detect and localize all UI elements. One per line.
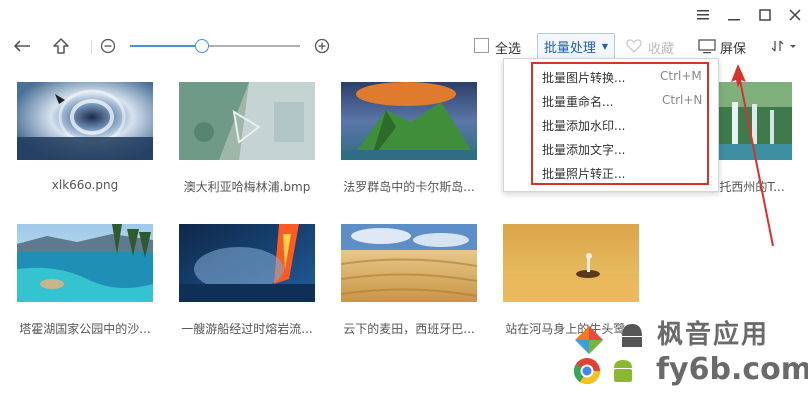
watermark-url: fy6b.com [656, 352, 808, 387]
menu-item-batch-rotate[interactable]: 批量照片转正... [542, 165, 625, 182]
watermark-android-icon [617, 318, 647, 348]
favorite-label[interactable]: 收藏 [648, 38, 674, 57]
thumbnail-9[interactable] [503, 224, 639, 302]
thumbnail-7[interactable] [179, 224, 315, 302]
thumbnail-2[interactable] [179, 82, 315, 160]
thumbnail-3[interactable] [341, 82, 477, 160]
watermark-title: 枫音应用 [657, 320, 770, 350]
select-all-label[interactable]: 全选 [495, 38, 521, 57]
menu-item-batch-watermark[interactable]: 批量添加水印... [542, 117, 625, 134]
batch-process-label: 批量处理 [543, 41, 596, 56]
monitor-icon[interactable] [697, 37, 717, 55]
shortcut-batch-convert: Ctrl+M [660, 69, 702, 83]
up-folder-icon[interactable] [50, 35, 72, 57]
shortcut-batch-rename: Ctrl+N [662, 93, 703, 107]
thumbnail-caption-1: xlk66o.png [51, 178, 119, 192]
thumbnail-1[interactable] [17, 82, 153, 160]
thumbnail-5[interactable] [712, 82, 792, 160]
watermark-android-robot-icon [608, 356, 638, 386]
back-arrow-icon[interactable] [11, 36, 33, 56]
close-icon[interactable] [784, 4, 806, 26]
menu-item-batch-add-text[interactable]: 批量添加文字... [542, 141, 625, 158]
batch-process-menu: 批量图片转换... Ctrl+M 批量重命名... Ctrl+N 批量添加水印.… [503, 58, 719, 192]
menu-icon[interactable] [692, 4, 714, 26]
menu-item-batch-rename[interactable]: 批量重命名... [542, 93, 613, 110]
select-all-checkbox[interactable] [474, 38, 489, 53]
zoom-slider-fill [130, 45, 202, 47]
thumbnail-caption-8: 云下的麦田，西班牙巴... [343, 322, 475, 336]
heart-icon[interactable] [626, 38, 642, 54]
zoom-slider[interactable] [130, 39, 300, 53]
thumbnail-caption-2: 澳大利亚哈梅林浦.bmp [183, 180, 311, 194]
menu-item-batch-convert[interactable]: 批量图片转换... [542, 69, 625, 86]
minimize-icon[interactable] [723, 4, 745, 26]
sort-icon[interactable] [770, 36, 800, 56]
zoom-in-icon[interactable] [313, 37, 331, 55]
thumbnail-caption-7: 一艘游船经过时熔岩流... [181, 322, 313, 336]
toolbar-separator [91, 40, 92, 54]
zoom-out-icon[interactable] [99, 37, 117, 55]
thumbnail-6[interactable] [17, 224, 153, 302]
maximize-icon[interactable] [754, 4, 776, 26]
batch-process-button[interactable]: 批量处理 ▼ [537, 33, 615, 60]
screensaver-label[interactable]: 屏保 [720, 38, 746, 57]
thumbnail-caption-3: 法罗群岛中的卡尔斯岛... [343, 180, 475, 194]
chevron-down-icon: ▼ [601, 42, 609, 51]
title-bar [0, 0, 808, 30]
thumbnail-caption-6: 塔霍湖国家公园中的沙... [19, 322, 151, 336]
thumbnail-8[interactable] [341, 224, 477, 302]
watermark-chrome-icon [572, 356, 602, 386]
